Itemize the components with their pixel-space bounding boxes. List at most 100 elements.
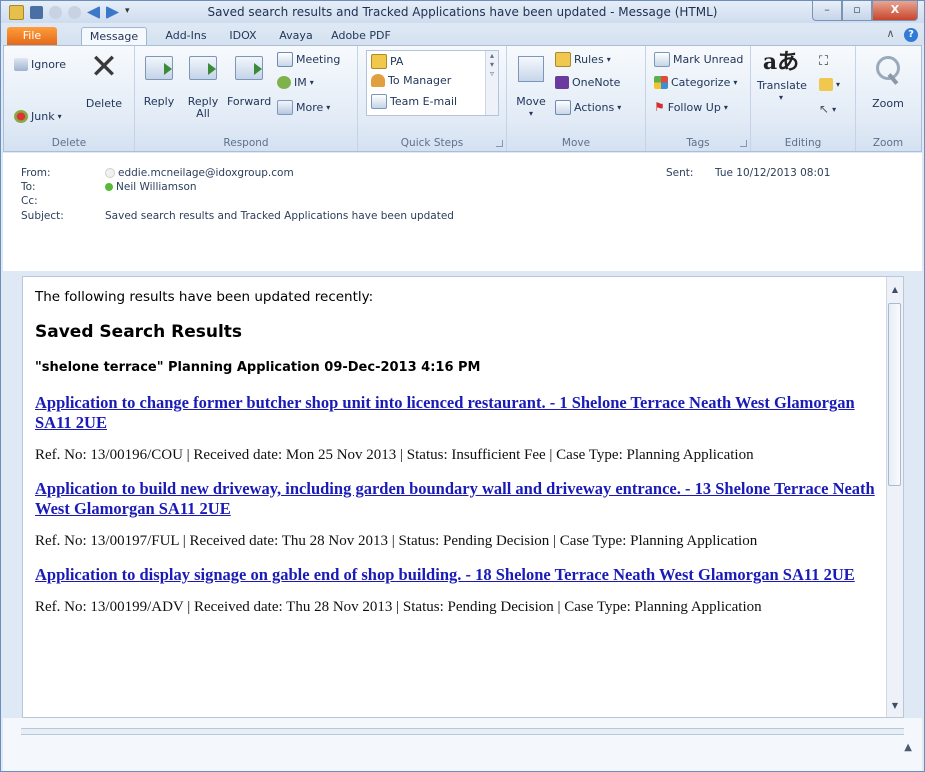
- expand-people-pane-icon[interactable]: ▲: [904, 742, 912, 753]
- message-content: The following results have been updated …: [35, 289, 885, 616]
- ignore-button[interactable]: Ignore: [14, 58, 66, 71]
- onenote-button[interactable]: OneNote: [555, 76, 620, 89]
- forward-icon: [235, 56, 263, 80]
- translate-button[interactable]: aあ Translate ▾: [757, 49, 807, 104]
- follow-up-button[interactable]: ⚑ Follow Up ▾: [654, 100, 728, 114]
- rules-icon: [555, 52, 571, 67]
- ribbon-controls: ∧ ?: [886, 27, 918, 42]
- actions-button[interactable]: Actions ▾: [555, 100, 621, 115]
- categorize-label: Categorize: [671, 76, 731, 89]
- categorize-icon: [654, 76, 668, 89]
- zoom-group: Zoom Zoom: [856, 46, 920, 151]
- mark-unread-button[interactable]: Mark Unread: [654, 52, 743, 67]
- translate-icon: aあ: [762, 49, 800, 75]
- reply-button[interactable]: Reply: [141, 56, 177, 108]
- tab-avaya[interactable]: Avaya: [274, 27, 318, 45]
- outlook-message-window: ▾ Saved search results and Tracked Appli…: [0, 0, 925, 772]
- chevron-down-icon: ▾: [57, 112, 62, 121]
- chevron-down-icon: ▾: [617, 103, 622, 112]
- ribbon: Ignore Junk ▾ ✕ Delete Delete Reply Repl…: [3, 45, 922, 152]
- move-button[interactable]: Move ▾: [513, 56, 549, 120]
- quick-steps-group: PA To Manager Team E-mail ▴ ▾ ▿ Quick Step…: [358, 46, 507, 151]
- result-link[interactable]: Application to change former butcher sho…: [35, 393, 885, 433]
- move-group-label: Move: [561, 137, 591, 149]
- chevron-down-icon: ▾: [778, 93, 783, 102]
- quick-steps-launcher-icon[interactable]: [496, 140, 503, 147]
- subject-value: Saved search results and Tracked Applica…: [105, 210, 454, 222]
- delete-icon: ✕: [89, 47, 119, 87]
- saved-search-heading: Saved Search Results: [35, 322, 243, 342]
- people-pane-splitter[interactable]: [21, 728, 904, 735]
- respond-group-label: Respond: [223, 137, 269, 149]
- message-header: From: eddie.mcneilage@idoxgroup.com To: …: [3, 153, 922, 271]
- tab-message[interactable]: Message: [81, 27, 147, 46]
- meeting-label: Meeting: [296, 53, 341, 66]
- tab-adobe-pdf[interactable]: Adobe PDF: [330, 27, 392, 45]
- scroll-up-icon[interactable]: ▲: [889, 283, 901, 297]
- tab-file[interactable]: File: [7, 27, 57, 45]
- message-body: The following results have been updated …: [22, 276, 904, 718]
- close-button[interactable]: X: [872, 1, 918, 21]
- more-icon: [277, 100, 293, 115]
- actions-label: Actions: [574, 101, 615, 114]
- quick-step-pa[interactable]: PA: [371, 54, 403, 69]
- result-link[interactable]: Application to display signage on gable …: [35, 565, 885, 585]
- meeting-button[interactable]: Meeting: [277, 52, 340, 67]
- reply-all-button[interactable]: Reply All: [185, 56, 221, 120]
- zoom-group-label: Zoom: [872, 137, 904, 149]
- chevron-down-icon: ▾: [723, 102, 728, 112]
- maximize-button[interactable]: ▫: [842, 1, 872, 21]
- quick-step-pa-label: PA: [390, 55, 404, 68]
- chevron-down-icon: ▾: [326, 103, 331, 112]
- flag-icon: ⚑: [654, 100, 665, 114]
- result-item: Application to display signage on gable …: [35, 565, 885, 616]
- select-button[interactable]: ↖ ▾: [819, 102, 836, 116]
- tab-add-ins[interactable]: Add-Ins: [161, 27, 211, 45]
- title-bar: ▾ Saved search results and Tracked Appli…: [1, 1, 924, 23]
- delete-button[interactable]: ✕ Delete: [84, 50, 124, 110]
- find-button[interactable]: ⛶: [819, 54, 828, 69]
- im-button[interactable]: IM ▾: [277, 76, 314, 89]
- junk-button[interactable]: Junk ▾: [14, 110, 62, 123]
- chevron-down-icon: ▾: [733, 78, 738, 87]
- chevron-down-icon: ▾: [836, 80, 841, 89]
- manager-icon: [371, 74, 385, 87]
- scroll-down-icon[interactable]: ▼: [889, 699, 901, 713]
- to-value[interactable]: Neil Williamson: [105, 181, 197, 193]
- from-label: From:: [21, 167, 51, 179]
- reply-all-label-line2: All: [196, 107, 210, 120]
- categorize-button[interactable]: Categorize ▾: [654, 76, 737, 89]
- intro-text: The following results have been updated …: [35, 289, 374, 305]
- minimize-ribbon-icon[interactable]: ∧: [886, 27, 894, 40]
- quick-steps-scroll[interactable]: ▴ ▾ ▿: [485, 51, 498, 115]
- junk-icon: [14, 110, 28, 123]
- result-item: Application to build new driveway, inclu…: [35, 479, 885, 550]
- vertical-scrollbar[interactable]: ▲ ▼: [886, 277, 903, 717]
- presence-available-icon: [105, 183, 113, 191]
- result-ref: Ref. No: 13/00197/FUL | Received date: T…: [35, 533, 758, 549]
- related-icon: [819, 78, 833, 91]
- scroll-thumb[interactable]: [888, 303, 901, 486]
- tab-idox[interactable]: IDOX: [223, 27, 263, 45]
- cursor-icon: ↖: [819, 102, 830, 116]
- quick-step-to-manager[interactable]: To Manager: [371, 74, 451, 87]
- minimize-button[interactable]: –: [812, 1, 842, 21]
- more-button[interactable]: More ▾: [277, 100, 330, 115]
- subject-label: Subject:: [21, 210, 64, 222]
- help-icon[interactable]: ?: [904, 28, 918, 42]
- quick-steps-group-label: Quick Steps: [400, 137, 464, 149]
- tags-launcher-icon[interactable]: [740, 140, 747, 147]
- related-button[interactable]: ▾: [819, 78, 840, 91]
- junk-label: Junk: [31, 110, 55, 123]
- rules-label: Rules: [574, 53, 604, 66]
- follow-up-label: Follow Up: [667, 100, 721, 114]
- rules-button[interactable]: Rules ▾: [555, 52, 611, 67]
- zoom-button[interactable]: Zoom: [866, 56, 910, 110]
- move-icon: [518, 56, 544, 82]
- quick-step-team-email[interactable]: Team E-mail: [371, 94, 457, 109]
- quick-step-to-manager-label: To Manager: [388, 74, 452, 87]
- forward-button[interactable]: Forward: [227, 56, 271, 108]
- quick-steps-gallery: PA To Manager Team E-mail ▴ ▾ ▿: [366, 50, 499, 116]
- result-link[interactable]: Application to build new driveway, inclu…: [35, 479, 885, 519]
- from-value[interactable]: eddie.mcneilage@idoxgroup.com: [105, 167, 294, 179]
